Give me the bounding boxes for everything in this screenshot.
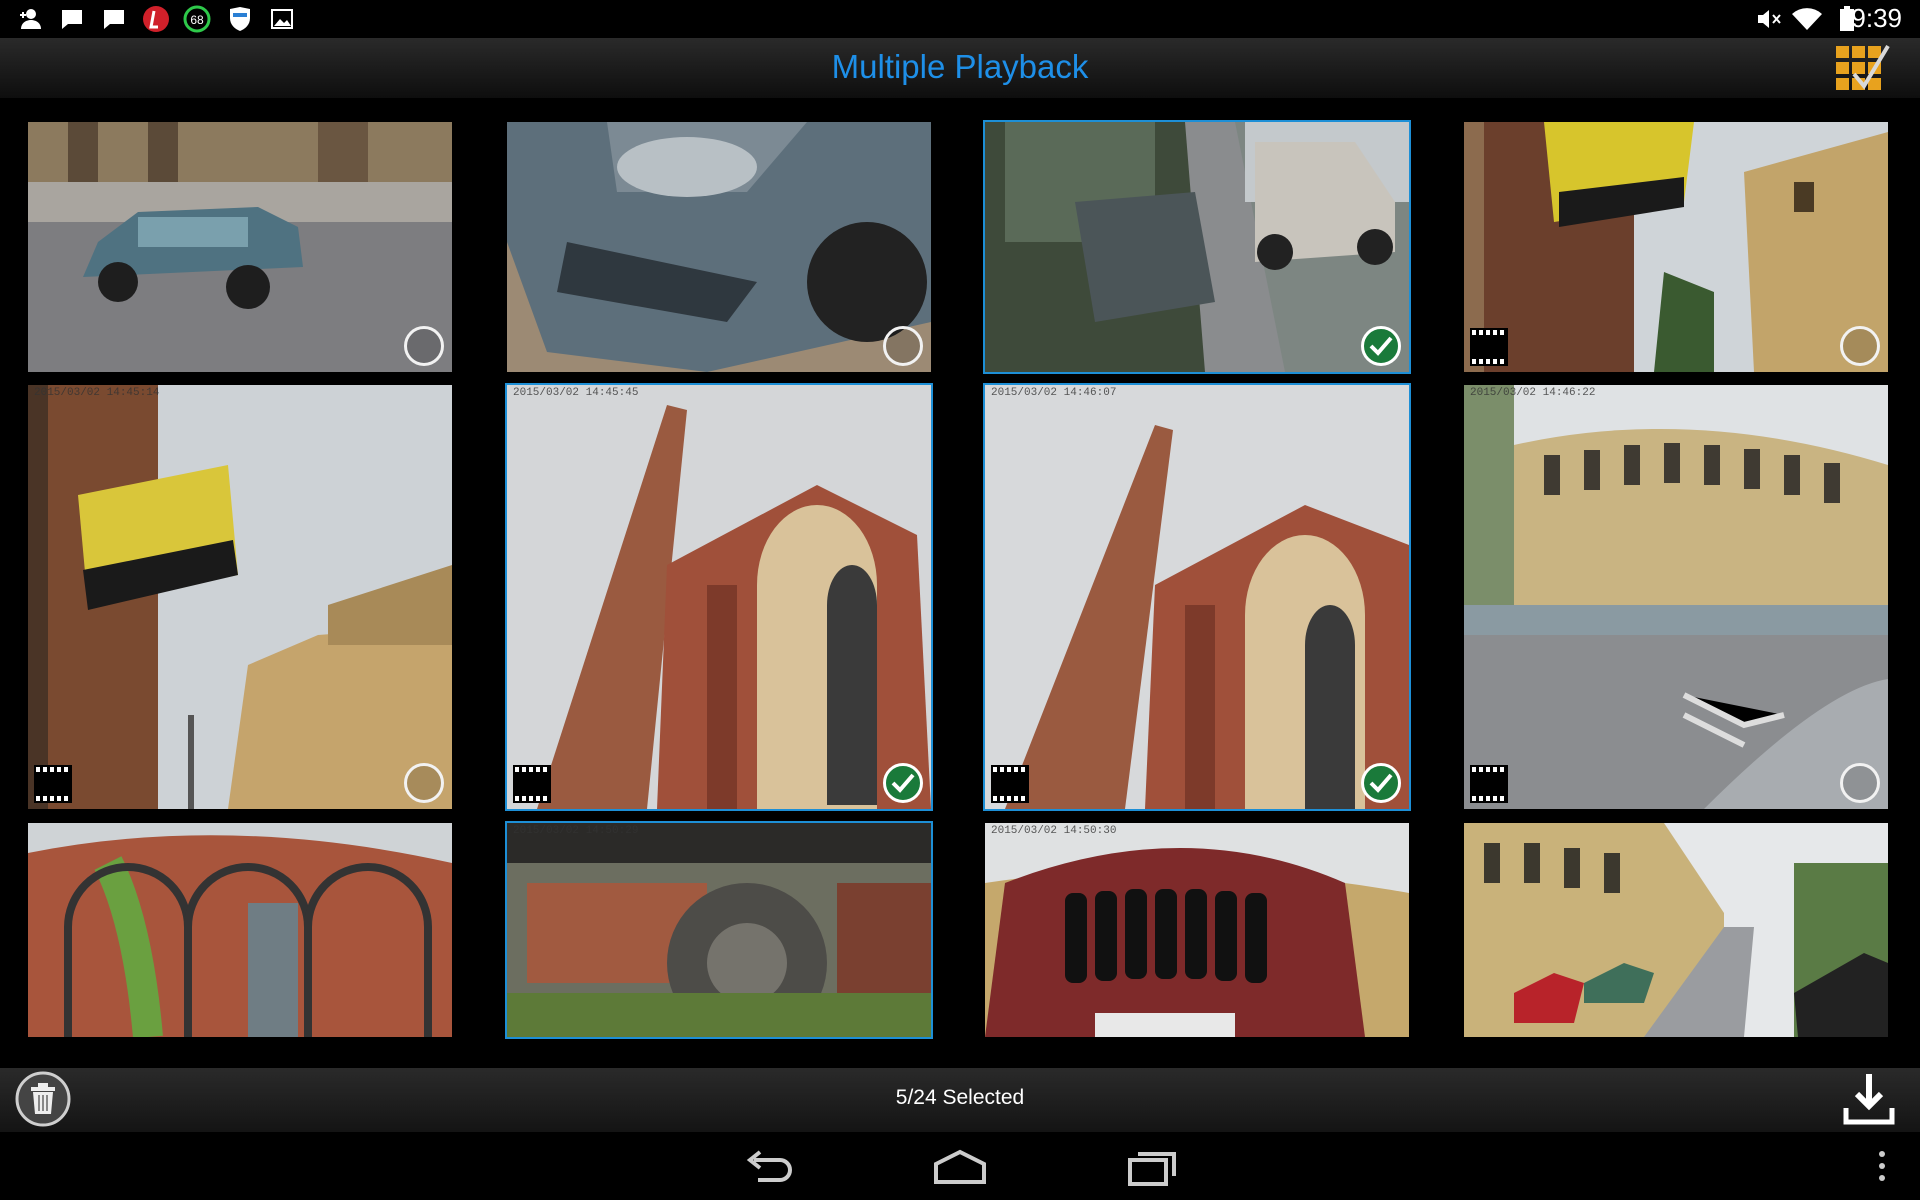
nav-bar (0, 1132, 1920, 1200)
thumbnail-stamp: 2015/03/02 14:50:29 (513, 825, 639, 837)
thumbnail-image (985, 385, 1409, 809)
badge-68-icon: 68 (182, 5, 212, 33)
thumbnail-image (1464, 385, 1888, 809)
thumbnail-9[interactable] (28, 823, 452, 1037)
select-checkbox[interactable] (1840, 326, 1880, 366)
thumbnail-8[interactable]: 2015/03/02 14:46:22 (1464, 385, 1888, 809)
checkmark-icon (1369, 336, 1393, 356)
select-checkbox[interactable] (404, 763, 444, 803)
person-add-icon (16, 6, 46, 32)
select-checkbox[interactable] (404, 326, 444, 366)
status-time: 9:39 (1851, 3, 1902, 33)
thumbnail-3[interactable] (983, 120, 1411, 374)
thumbnail-image (507, 385, 931, 809)
home-icon[interactable] (932, 1142, 988, 1192)
select-checkbox-checked[interactable] (1361, 763, 1401, 803)
checkmark-icon (891, 773, 915, 793)
checkmark-icon (1369, 773, 1393, 793)
gallery-icon (268, 6, 296, 32)
thumbnail-image (507, 122, 931, 372)
thumbnail-12[interactable] (1464, 823, 1888, 1037)
thumbnail-image (1464, 122, 1888, 372)
thumbnail-image (507, 823, 931, 1037)
back-icon[interactable] (740, 1142, 796, 1192)
select-checkbox[interactable] (883, 326, 923, 366)
thumbnail-image (28, 385, 452, 809)
select-checkbox-checked[interactable] (1361, 326, 1401, 366)
thumbnail-5[interactable]: 2015/03/02 14:45:14 (28, 385, 452, 809)
thumbnail-4[interactable] (1464, 122, 1888, 372)
video-film-icon (1470, 328, 1508, 366)
thumbnail-stamp: 2015/03/02 14:46:22 (1470, 387, 1596, 399)
message-icon (100, 6, 128, 32)
thumbnail-6[interactable]: 2015/03/02 14:45:45 (505, 383, 933, 811)
thumbnail-stamp: 2015/03/02 14:46:07 (991, 387, 1117, 399)
select-checkbox-checked[interactable] (883, 763, 923, 803)
chat-icon (58, 6, 86, 32)
thumbnail-image (28, 823, 452, 1037)
status-bar: 68 9:39 (0, 0, 1920, 38)
selected-count: 5/24 Selected (895, 1086, 1025, 1109)
badge-number: 68 (190, 13, 204, 27)
lastpass-icon (141, 6, 171, 32)
recents-icon[interactable] (1124, 1142, 1180, 1192)
thumbnail-1[interactable] (28, 122, 452, 372)
thumbnail-image (985, 122, 1409, 372)
video-film-icon (513, 765, 551, 803)
video-film-icon (34, 765, 72, 803)
video-film-icon (991, 765, 1029, 803)
download-icon[interactable] (1840, 1070, 1898, 1128)
thumbnail-11[interactable]: 2015/03/02 14:50:30 (985, 823, 1409, 1037)
page-title: Multiple Playback (831, 48, 1089, 85)
thumbnail-stamp: 2015/03/02 14:45:14 (34, 387, 160, 399)
thumbnail-stamp: 2015/03/02 14:50:30 (991, 825, 1117, 837)
thumbnail-image (985, 823, 1409, 1037)
video-film-icon (1470, 765, 1508, 803)
overflow-menu-icon[interactable] (1870, 1142, 1894, 1192)
thumbnail-7[interactable]: 2015/03/02 14:46:07 (983, 383, 1411, 811)
thumbnail-10[interactable]: 2015/03/02 14:50:29 (505, 821, 933, 1039)
action-bar: 5/24 Selected (0, 1068, 1920, 1132)
thumbnail-image (28, 122, 452, 372)
grid-select-icon[interactable] (1834, 42, 1890, 94)
thumbnail-2[interactable] (507, 122, 931, 372)
title-bar: Multiple Playback (0, 38, 1920, 98)
thumbnail-stamp: 2015/03/02 14:45:45 (513, 387, 639, 399)
thumbnail-image (1464, 823, 1888, 1037)
mute-icon (1754, 6, 1784, 32)
shield-icon (226, 6, 254, 32)
select-checkbox[interactable] (1840, 763, 1880, 803)
wifi-icon (1790, 6, 1824, 32)
